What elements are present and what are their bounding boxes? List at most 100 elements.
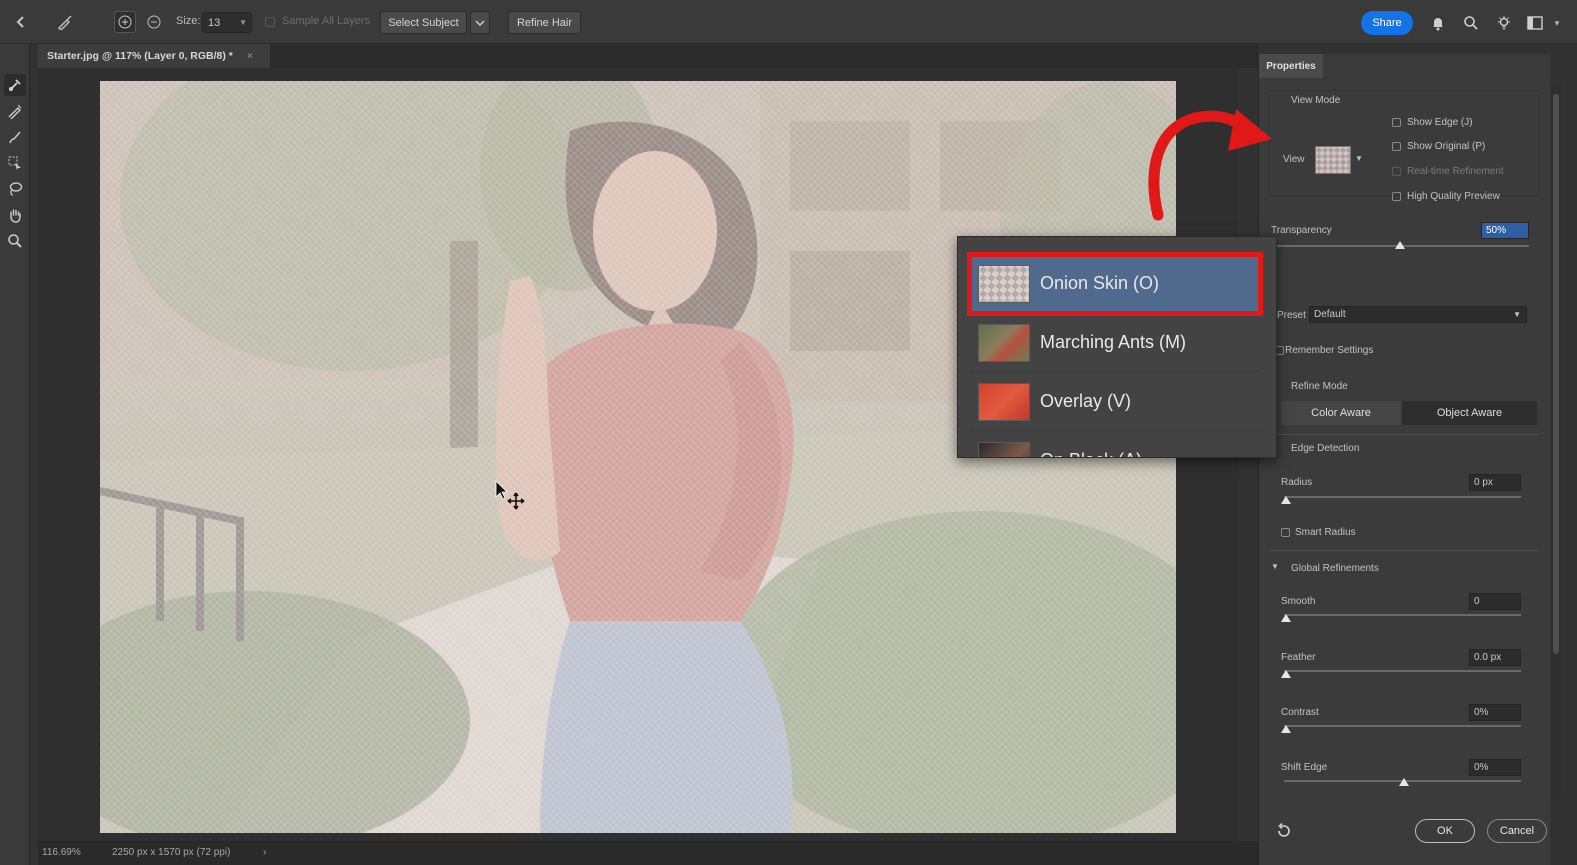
document-dimensions: 2250 px x 1570 px (72 ppi) xyxy=(112,847,231,858)
preset-label: Preset xyxy=(1277,310,1306,321)
object-aware-button[interactable]: Object Aware xyxy=(1402,401,1537,425)
view-option-label: On Black (A) xyxy=(1040,450,1142,457)
zoom-icon[interactable] xyxy=(4,230,26,252)
show-edge-label: Show Edge (J) xyxy=(1407,117,1473,128)
view-option-label: Marching Ants (M) xyxy=(1040,332,1187,352)
reset-icon[interactable] xyxy=(1275,822,1295,842)
feather-slider[interactable] xyxy=(1284,670,1521,672)
view-mode-thumbnail[interactable] xyxy=(1315,146,1351,174)
brush-icon[interactable] xyxy=(4,126,26,148)
add-to-selection-icon[interactable] xyxy=(114,11,136,33)
high-quality-preview-checkbox[interactable] xyxy=(1392,192,1401,201)
feather-slider-handle[interactable] xyxy=(1281,670,1291,678)
size-input[interactable]: 13 ▼ xyxy=(202,12,252,33)
view-option-label: Onion Skin (O) xyxy=(1040,273,1160,293)
search-icon[interactable] xyxy=(1460,12,1482,34)
sample-all-layers-checkbox[interactable] xyxy=(263,11,277,33)
feather-label: Feather xyxy=(1281,652,1316,663)
view-option-label: Overlay (V) xyxy=(1040,391,1132,411)
overlay-thumbnail xyxy=(978,382,1030,421)
subtract-from-selection-icon[interactable] xyxy=(143,11,165,33)
workspace-icon[interactable] xyxy=(1524,12,1546,34)
collapse-chevron-icon[interactable]: ▼ xyxy=(1271,562,1279,571)
high-quality-preview-label: High Quality Preview xyxy=(1407,191,1500,202)
options-bar: Size: 13 ▼ Sample All Layers Select Subj… xyxy=(0,0,1577,44)
preset-select[interactable]: Default ▼ xyxy=(1309,306,1527,323)
sample-all-layers-label: Sample All Layers xyxy=(282,15,371,27)
object-selection-icon[interactable] xyxy=(4,152,26,174)
size-label: Size: xyxy=(176,15,201,27)
move-cursor-icon xyxy=(495,480,525,510)
color-aware-button[interactable]: Color Aware xyxy=(1281,401,1401,425)
properties-tab[interactable]: Properties xyxy=(1259,54,1323,78)
status-bar: 116.69% 2250 px x 1570 px (72 ppi) › xyxy=(38,841,1258,865)
show-edge-checkbox[interactable] xyxy=(1392,118,1401,127)
preset-value: Default xyxy=(1314,309,1346,320)
real-time-refinement-label: Real-time Refinement xyxy=(1407,166,1504,177)
preset-chevron-icon: ▼ xyxy=(1513,310,1521,319)
show-original-label: Show Original (P) xyxy=(1407,141,1486,152)
select-subject-button[interactable]: Select Subject xyxy=(380,11,467,34)
refine-hair-button[interactable]: Refine Hair xyxy=(508,11,581,34)
select-subject-dropdown[interactable] xyxy=(470,11,490,34)
section-divider xyxy=(1269,434,1539,435)
back-icon[interactable] xyxy=(10,11,32,33)
status-more-icon[interactable]: › xyxy=(263,847,266,858)
contrast-slider[interactable] xyxy=(1284,725,1521,727)
contrast-slider-handle[interactable] xyxy=(1281,725,1291,733)
view-option-onion-skin[interactable]: Onion Skin (O) xyxy=(967,252,1263,316)
shift-edge-label: Shift Edge xyxy=(1281,762,1328,773)
smart-radius-checkbox[interactable] xyxy=(1281,528,1290,537)
properties-scrollbar[interactable] xyxy=(1551,84,1561,799)
remember-settings-label: Remember Settings xyxy=(1285,345,1374,356)
real-time-refinement-checkbox[interactable] xyxy=(1392,167,1401,176)
size-value: 13 xyxy=(208,16,221,29)
tools-panel xyxy=(0,44,30,865)
contrast-value-input[interactable]: 0% xyxy=(1469,704,1521,721)
refine-edge-brush-icon[interactable] xyxy=(4,100,26,122)
shift-edge-slider-handle[interactable] xyxy=(1399,778,1409,786)
view-chevron-down-icon[interactable]: ▼ xyxy=(1355,154,1363,163)
smooth-slider-handle[interactable] xyxy=(1281,614,1291,622)
document-tab-strip: Starter.jpg @ 117% (Layer 0, RGB/8) * × xyxy=(38,44,1258,68)
document-tab[interactable]: Starter.jpg @ 117% (Layer 0, RGB/8) * × xyxy=(38,44,270,68)
feather-value-input[interactable]: 0.0 px xyxy=(1469,649,1521,666)
marching-ants-thumbnail xyxy=(978,323,1030,362)
view-label: View xyxy=(1283,154,1305,165)
scrollbar-thumb[interactable] xyxy=(1553,94,1559,654)
smooth-value-input[interactable]: 0 xyxy=(1469,593,1521,610)
view-option-on-black[interactable]: On Black (A) xyxy=(970,432,1260,457)
brush-tool-icon[interactable] xyxy=(54,11,76,33)
show-original-checkbox[interactable] xyxy=(1392,142,1401,151)
global-refinements-title: Global Refinements xyxy=(1291,563,1379,574)
properties-panel: Properties View Mode View ▼ Show Edge (J… xyxy=(1258,54,1550,865)
lightbulb-icon[interactable] xyxy=(1493,12,1515,34)
share-button[interactable]: Share xyxy=(1361,11,1413,35)
quick-selection-tool-icon[interactable] xyxy=(4,74,26,96)
radius-slider-handle[interactable] xyxy=(1281,496,1291,504)
smart-radius-label: Smart Radius xyxy=(1295,527,1356,538)
close-tab-icon[interactable]: × xyxy=(247,50,253,62)
transparency-slider-handle[interactable] xyxy=(1395,241,1405,249)
onion-skin-thumbnail xyxy=(978,264,1030,303)
section-divider xyxy=(1269,550,1539,551)
contrast-label: Contrast xyxy=(1281,707,1319,718)
ok-button[interactable]: OK xyxy=(1415,819,1475,843)
view-mode-title: View Mode xyxy=(1291,95,1341,106)
cancel-button[interactable]: Cancel xyxy=(1487,819,1547,843)
shift-edge-value-input[interactable]: 0% xyxy=(1469,759,1521,776)
on-black-thumbnail xyxy=(978,441,1030,457)
zoom-level[interactable]: 116.69% xyxy=(42,847,81,858)
smooth-slider[interactable] xyxy=(1284,614,1521,616)
view-option-marching-ants[interactable]: Marching Ants (M) xyxy=(970,314,1260,372)
workspace-chevron-icon[interactable]: ▾ xyxy=(1550,12,1564,34)
view-option-overlay[interactable]: Overlay (V) xyxy=(970,373,1260,431)
hand-icon[interactable] xyxy=(4,204,26,226)
radius-slider[interactable] xyxy=(1284,496,1521,498)
lasso-icon[interactable] xyxy=(4,178,26,200)
radius-value-input[interactable]: 0 px xyxy=(1469,474,1521,491)
view-mode-dropdown: Onion Skin (O) Marching Ants (M) Overlay… xyxy=(957,236,1277,458)
transparency-value-input[interactable]: 50% xyxy=(1481,222,1529,239)
edge-detection-title: Edge Detection xyxy=(1291,443,1360,454)
bell-icon[interactable] xyxy=(1427,12,1449,34)
